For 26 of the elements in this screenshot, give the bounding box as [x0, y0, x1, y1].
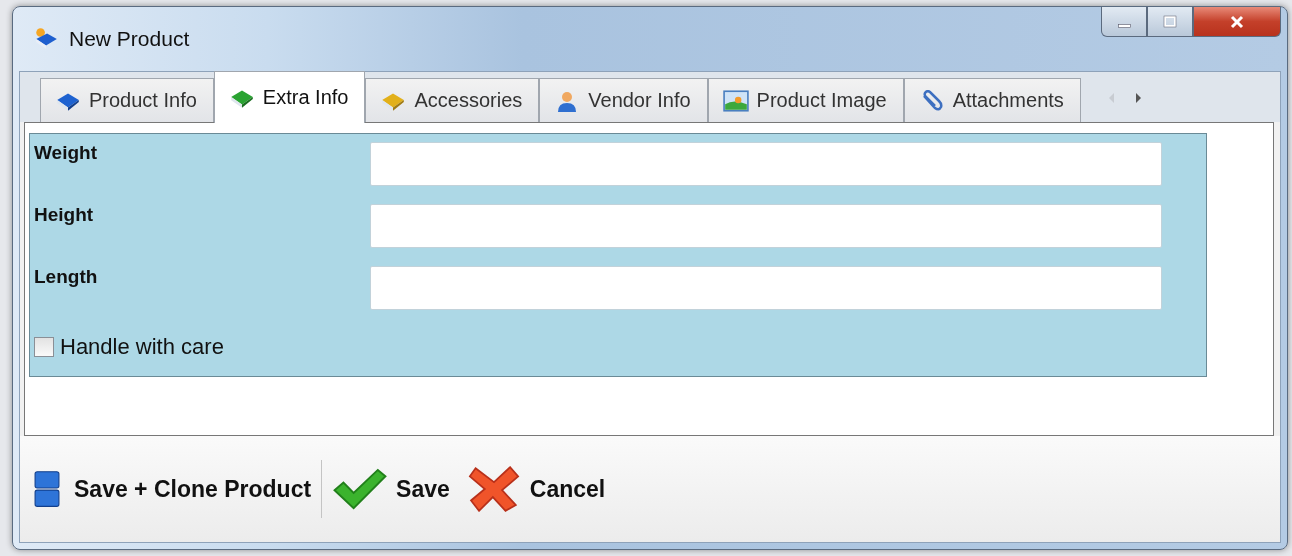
stacked-squares-icon [34, 470, 60, 508]
minimize-icon [1117, 23, 1131, 28]
maximize-button[interactable] [1147, 7, 1193, 37]
field-label: Height [34, 204, 95, 226]
input-field[interactable] [370, 204, 1162, 248]
tab[interactable]: Product Info [40, 78, 214, 122]
window-title: New Product [69, 27, 190, 51]
tab[interactable]: Vendor Info [539, 78, 708, 122]
checkbox[interactable] [34, 337, 54, 357]
checkmark-icon [332, 466, 389, 512]
checkbox-label: Handle with care [60, 334, 224, 360]
save-button[interactable]: Save [324, 460, 458, 518]
input-field[interactable] [370, 266, 1162, 310]
maximize-icon [1160, 14, 1180, 29]
input-field[interactable] [370, 142, 1162, 186]
minimize-button[interactable] [1101, 7, 1147, 37]
field-label: Length [34, 266, 99, 288]
tab[interactable]: Extra Info [213, 71, 366, 123]
field-label: Weight [34, 142, 98, 164]
tab[interactable]: Accessories [365, 78, 540, 122]
cancel-button[interactable]: Cancel [457, 460, 614, 518]
clone-button[interactable]: Save + Clone Product [26, 464, 320, 514]
close-button[interactable] [1193, 7, 1281, 37]
tab[interactable]: Product Image [707, 78, 904, 122]
image-icon [722, 89, 749, 112]
tab[interactable]: Attachments [903, 78, 1081, 122]
